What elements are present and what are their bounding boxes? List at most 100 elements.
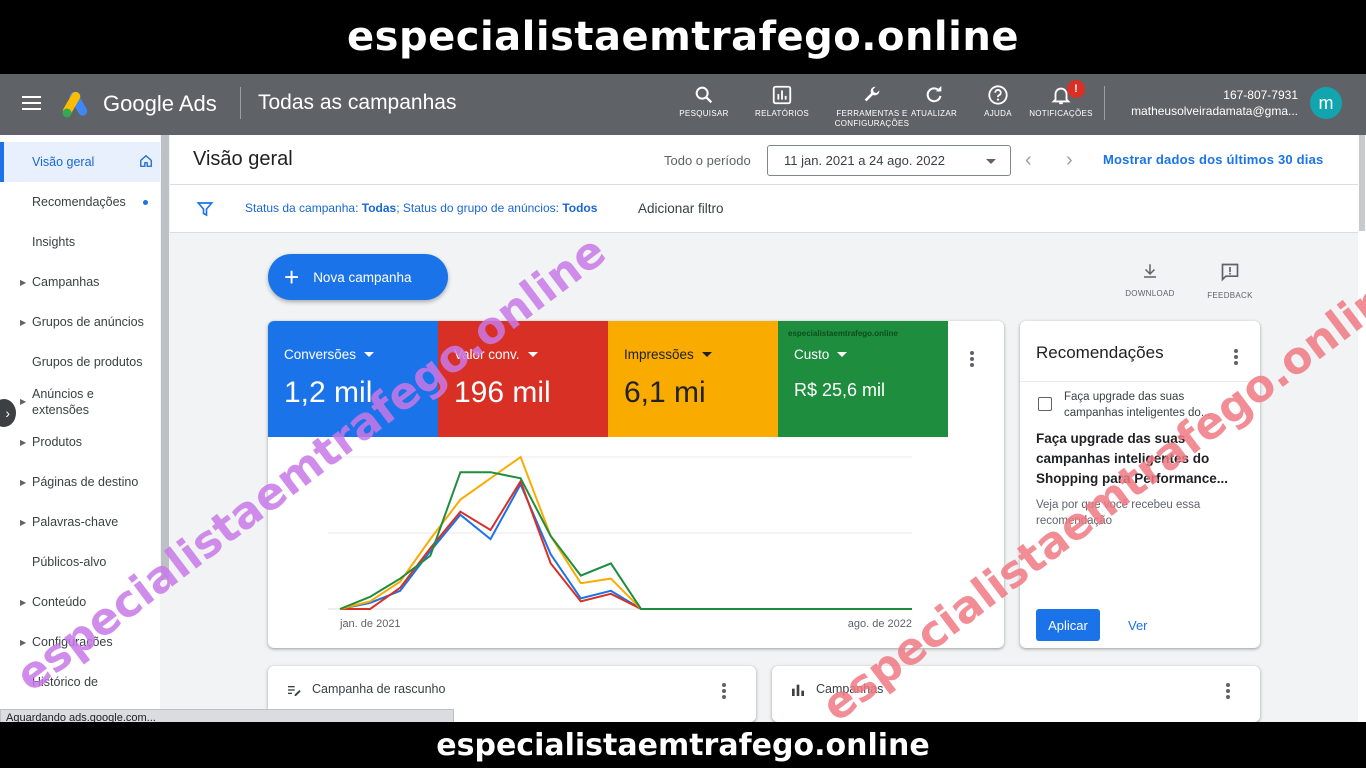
new-dot-icon (143, 199, 148, 205)
metric-tile-impressions[interactable]: Impressões 6,1 mi (608, 321, 778, 437)
dropdown-arrow-icon (837, 352, 848, 357)
account-info[interactable]: 167-807-7931 matheusolveiradamata@gma... (1118, 87, 1298, 119)
metric-tile-conv-value[interactable]: Valor conv. 196 mil (438, 321, 608, 437)
sidebar-item-products[interactable]: ▶ Produtos (0, 422, 160, 462)
tile-watermark: especialistaemtrafego.online (788, 329, 898, 338)
page-title: Visão geral (193, 148, 293, 170)
reports-icon (772, 85, 792, 105)
performance-overview-card: Conversões 1,2 mil Valor conv. 196 mil I… (268, 321, 1004, 648)
page-header: Visão geral Todo o período 11 jan. 2021 … (170, 135, 1358, 185)
search-label: PESQUISAR (679, 109, 729, 118)
menu-icon[interactable] (22, 96, 41, 110)
filter-prefix-adgroup: ; Status do grupo de anúncios: (396, 201, 563, 215)
filter-prefix-campaign: Status da campanha: (245, 201, 362, 215)
sidebar-item-label: Anúncios e extensões (32, 387, 94, 417)
sidebar-scrollbar-thumb[interactable] (161, 135, 169, 580)
sidebar-item-label: Conteúdo (32, 595, 87, 609)
bar-chart-icon (792, 684, 804, 696)
reports-button[interactable]: RELATÓRIOS (742, 84, 822, 119)
last-30-days-link[interactable]: Mostrar dados dos últimos 30 dias (1103, 152, 1323, 167)
recommendation-headline[interactable]: Faça upgrade das suas campanhas intelige… (1036, 429, 1246, 489)
more-options-icon[interactable] (722, 683, 726, 701)
sidebar-item-label: Insights (32, 235, 76, 249)
shopping-icon (1038, 397, 1052, 411)
series-line-custo (339, 471, 912, 610)
caret-right-icon: ▶ (20, 517, 27, 527)
sidebar-item-recommendations[interactable]: Recomendações (0, 182, 160, 222)
feedback-button[interactable]: FEEDBACK (1200, 262, 1260, 300)
filter-value-campaign: Todas (361, 201, 397, 215)
wrench-icon (864, 86, 880, 102)
add-filter-button[interactable]: Adicionar filtro (638, 201, 724, 216)
draft-edit-icon (288, 686, 301, 696)
x-axis-start-label: jan. de 2021 (339, 618, 401, 630)
sidebar-item-product-groups[interactable]: Grupos de produtos (0, 342, 160, 382)
previous-period-button[interactable]: ‹ (1025, 149, 1032, 172)
content-scrollbar-thumb[interactable] (1359, 135, 1365, 231)
divider (1104, 86, 1105, 120)
metric-label: Custo (794, 347, 830, 362)
more-options-icon[interactable] (1226, 683, 1230, 701)
sidebar-item-history[interactable]: Histórico de (0, 662, 160, 702)
divider (1020, 381, 1260, 382)
sidebar-item-overview[interactable]: Visão geral (0, 142, 160, 182)
sidebar-item-insights[interactable]: Insights (0, 222, 160, 262)
home-icon (140, 154, 152, 167)
recommendation-subtitle: Faça upgrade das suas campanhas intelige… (1064, 391, 1211, 419)
filter-icon[interactable] (196, 200, 214, 218)
metric-tile-conversions[interactable]: Conversões 1,2 mil (268, 321, 438, 437)
new-campaign-label: Nova campanha (313, 269, 412, 285)
avatar[interactable]: m (1310, 87, 1342, 119)
browser-status-bar: Aguardando ads.google.com... (0, 709, 454, 722)
account-id: 167-807-7931 (1223, 88, 1298, 102)
sidebar-item-keywords[interactable]: ▶ Palavras-chave (0, 502, 160, 542)
page-scope[interactable]: Todas as campanhas (258, 91, 456, 115)
view-button[interactable]: Ver (1128, 618, 1148, 633)
download-icon (1144, 264, 1156, 278)
dropdown-arrow-icon (986, 159, 996, 164)
recommendations-card: Recomendações Faça upgrade das suas camp… (1020, 321, 1260, 648)
sidebar-item-content[interactable]: ▶ Conteúdo (0, 582, 160, 622)
notification-badge: ! (1067, 80, 1085, 98)
sidebar-item-audiences[interactable]: Públicos-alvo (0, 542, 160, 582)
caret-right-icon: ▶ (20, 317, 27, 327)
active-filters[interactable]: Status da campanha: Todas; Status do gru… (245, 201, 597, 215)
sidebar-item-campaigns[interactable]: ▶ Campanhas (0, 262, 160, 302)
sidebar-item-ad-groups[interactable]: ▶ Grupos de anúncios (0, 302, 160, 342)
bottom-banner: especialistaemtrafego.online (0, 722, 1366, 768)
download-button[interactable]: DOWNLOAD (1120, 262, 1180, 298)
dropdown-arrow-icon (364, 352, 375, 357)
line-chart: jan. de 2021 ago. de 2022 (328, 455, 912, 630)
chevron-right-icon: › (1066, 149, 1073, 171)
notifications-button[interactable]: ! NOTIFICAÇÕES (1021, 80, 1101, 119)
recommendations-title: Recomendações (1036, 343, 1164, 362)
sidebar: Visão geral Recomendações Insights ▶ Cam… (0, 135, 170, 722)
sidebar-item-ads-extensions[interactable]: ▶ Anúncios e extensões (0, 382, 160, 422)
metric-tile-cost[interactable]: especialistaemtrafego.online Custo R$ 25… (778, 321, 948, 437)
dropdown-arrow-icon (527, 352, 538, 357)
x-axis-end-label: ago. de 2022 (848, 618, 912, 630)
next-period-button[interactable]: › (1066, 149, 1073, 172)
apply-button[interactable]: Aplicar (1036, 609, 1100, 641)
caret-right-icon: ▶ (20, 477, 27, 487)
draft-campaign-title: Campanha de rascunho (312, 682, 446, 696)
sidebar-item-landing-pages[interactable]: ▶ Páginas de destino (0, 462, 160, 502)
filter-bar: Status da campanha: Todas; Status do gru… (170, 185, 1358, 233)
plus-icon: + (284, 262, 300, 292)
feedback-icon (1221, 263, 1239, 282)
dropdown-arrow-icon (701, 352, 712, 357)
more-options-icon[interactable] (1234, 349, 1238, 367)
performance-chart: jan. de 2021 ago. de 2022 (268, 437, 1004, 648)
new-campaign-button[interactable]: + Nova campanha (268, 254, 448, 300)
account-email: matheusolveiradamata@gma... (1131, 104, 1298, 118)
metric-label: Valor conv. (454, 347, 520, 362)
sidebar-item-label: Campanhas (32, 275, 100, 289)
top-banner: especialistaemtrafego.online (0, 0, 1366, 74)
more-options-icon[interactable] (970, 351, 974, 369)
search-button[interactable]: PESQUISAR (664, 84, 744, 119)
notifications-label: NOTIFICAÇÕES (1029, 109, 1093, 118)
caret-right-icon: ▶ (20, 277, 27, 287)
reports-label: RELATÓRIOS (755, 109, 809, 118)
date-range-select[interactable]: 11 jan. 2021 a 24 ago. 2022 (767, 145, 1011, 176)
sidebar-item-settings[interactable]: ▶ Configurações (0, 622, 160, 662)
